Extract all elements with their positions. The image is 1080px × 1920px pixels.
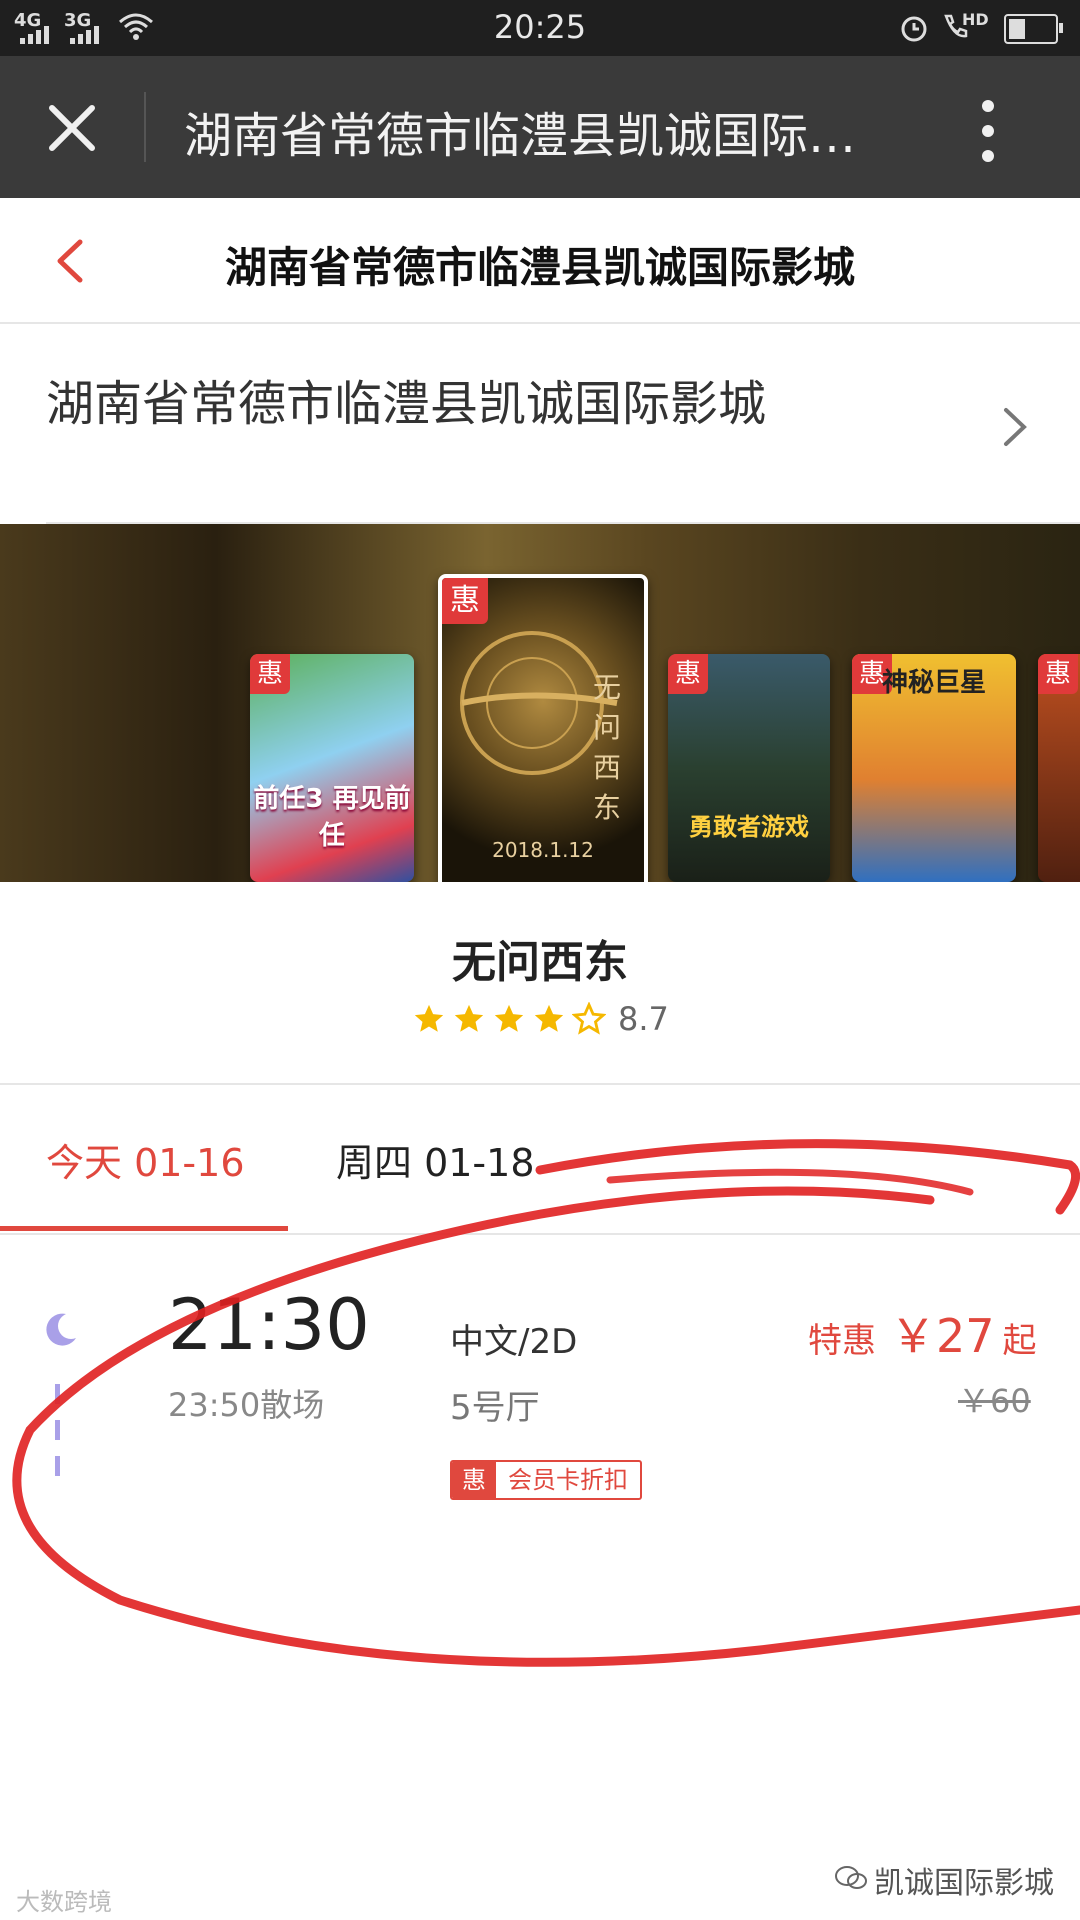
- cinema-info-row[interactable]: 湖南省常德市临澧县凯诚国际影城: [0, 324, 1080, 524]
- poster-date: 2018.1.12: [492, 838, 594, 862]
- page-header: 湖南省常德市临澧县凯诚国际影城: [0, 198, 1080, 324]
- movie-poster-1[interactable]: 惠 前任3 再见前任: [250, 654, 414, 882]
- hd-label: HD: [962, 10, 989, 29]
- star-filled-icon: [534, 1004, 564, 1032]
- star-filled-icon: [454, 1004, 484, 1032]
- titlebar-separator: [144, 92, 146, 162]
- chevron-right-icon: [1004, 408, 1027, 446]
- star-filled-icon: [414, 1004, 444, 1032]
- tab-thursday[interactable]: 周四 01-18: [336, 1132, 535, 1187]
- promo-tag: 惠: [452, 1462, 496, 1498]
- wechat-icon: [835, 1866, 867, 1889]
- timeline-dash: [55, 1420, 60, 1440]
- more-icon[interactable]: [980, 98, 996, 164]
- poster-caption: 神秘巨星: [881, 668, 986, 698]
- timeline-dash: [55, 1384, 60, 1404]
- showtime-price[interactable]: 特惠 ￥27 起: [808, 1300, 1037, 1366]
- movie-poster-3[interactable]: 惠 勇敢者游戏: [668, 654, 830, 882]
- close-icon[interactable]: [44, 100, 100, 156]
- divider: [0, 1083, 1080, 1085]
- price-value: ￥27: [890, 1309, 995, 1363]
- titlebar-title: 湖南省常德市临澧县凯诚国际影城: [184, 108, 884, 164]
- member-discount-badge: 惠 会员卡折扣: [450, 1460, 642, 1500]
- moon-icon: [46, 1313, 76, 1346]
- status-bar: 4G 3G 20:25 HD: [0, 0, 1080, 56]
- price-suffix: 起: [1002, 1321, 1037, 1361]
- rating-stars: 8.7: [412, 1000, 669, 1038]
- timeline-dash: [55, 1456, 60, 1476]
- promo-badge: 惠: [1038, 654, 1078, 694]
- star-outline-icon: [572, 1002, 606, 1035]
- browser-titlebar: 湖南省常德市临澧县凯诚国际影城: [0, 56, 1080, 198]
- movie-poster-2-selected[interactable]: 惠 无问西东 2018.1.12: [438, 574, 648, 882]
- promo-badge: 惠: [668, 654, 708, 694]
- watermark-left: 大数跨境: [16, 1888, 112, 1916]
- showtime-start[interactable]: 21:30: [168, 1284, 370, 1366]
- divider: [0, 1233, 1080, 1235]
- price-label: 特惠: [808, 1321, 876, 1361]
- showtime-hall: 5号厅: [450, 1388, 540, 1428]
- rating-score: 8.7: [618, 1000, 669, 1038]
- movie-poster-5[interactable]: 惠: [1038, 654, 1080, 882]
- promo-label: 会员卡折扣: [508, 1466, 628, 1494]
- battery-icon: [1004, 14, 1063, 44]
- poster-carousel[interactable]: 惠 前任3 再见前任 惠 无问西东 2018.1.12 惠 勇敢者游戏 惠 神秘…: [0, 524, 1080, 882]
- page-title: 湖南省常德市临澧县凯诚国际影城: [224, 243, 855, 292]
- alarm-icon: [901, 16, 927, 42]
- movie-poster-4[interactable]: 惠 神秘巨星: [852, 654, 1016, 882]
- star-filled-icon: [494, 1004, 524, 1032]
- showtime-end: 23:50散场: [168, 1386, 325, 1424]
- cinema-name: 湖南省常德市临澧县凯诚国际影城: [46, 376, 767, 432]
- tab-today[interactable]: 今天 01-16: [46, 1132, 245, 1187]
- poster-vertical-title: 无问西东: [592, 671, 621, 824]
- showtime-language: 中文/2D: [450, 1322, 578, 1362]
- watermark-right: 凯诚国际影城: [874, 1866, 1054, 1901]
- red-circle-annotation: [12, 1139, 1080, 1667]
- original-price: ￥60: [958, 1382, 1031, 1420]
- movie-title: 无问西东: [452, 937, 628, 988]
- poster-caption: 前任3 再见前任: [253, 784, 411, 851]
- promo-badge: 惠: [250, 654, 290, 694]
- poster-caption: 勇敢者游戏: [689, 813, 809, 841]
- active-tab-indicator: [0, 1226, 288, 1231]
